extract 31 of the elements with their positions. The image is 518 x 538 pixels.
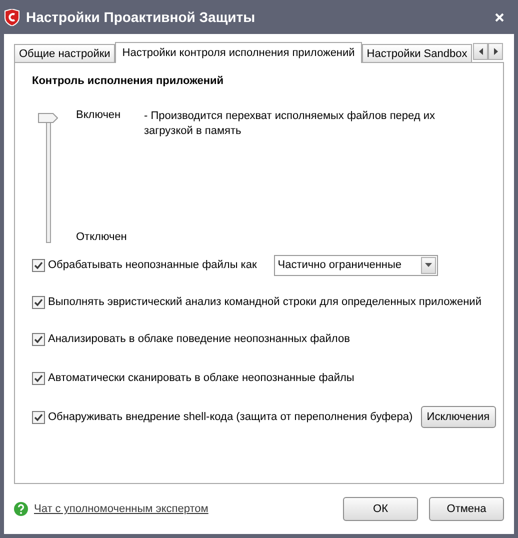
scroll-left-icon[interactable] xyxy=(473,43,488,60)
dropdown[interactable]: Частично ограниченные xyxy=(274,254,438,276)
option-label[interactable]: Обрабатывать неопознанные файлы как xyxy=(48,259,257,271)
tab[interactable]: Настройки контроля исполнения приложений xyxy=(115,42,362,63)
close-icon[interactable] xyxy=(495,12,504,22)
caret-icon xyxy=(424,263,432,267)
ok-button[interactable]: ОК xyxy=(343,497,418,522)
option-label[interactable]: Анализировать в облаке поведение неопознанных файлов xyxy=(48,333,350,345)
section-title: Контроль исполнения приложений xyxy=(32,75,225,87)
checkbox[interactable] xyxy=(32,372,45,384)
exclusions-button[interactable]: Исключения xyxy=(420,406,496,428)
checkbox[interactable] xyxy=(32,296,45,308)
vertical-slider[interactable] xyxy=(38,113,58,243)
tab[interactable]: Настройки Sandbox xyxy=(362,44,472,62)
slider-top-label: Включен xyxy=(76,109,122,121)
shield-logo-icon xyxy=(4,8,20,26)
scroll-right-icon[interactable] xyxy=(488,43,504,60)
expert-chat-link[interactable]: Чат с уполномоченным экспертом xyxy=(34,503,332,516)
checkbox[interactable] xyxy=(32,258,45,272)
checkbox[interactable] xyxy=(32,332,45,346)
help-icon xyxy=(14,502,28,516)
slider-bottom-label: Отключен xyxy=(76,231,128,243)
window-title: Настройки Проактивной Защиты xyxy=(26,9,256,25)
level-description: - Производится перехват исполняемых файлов перед их загрузкой в память xyxy=(144,109,436,139)
checkbox[interactable] xyxy=(32,410,45,424)
tab[interactable]: Общие настройки xyxy=(14,44,116,62)
slider-thumb[interactable] xyxy=(38,113,58,123)
option-label[interactable]: Автоматически сканировать в облаке неопознанные файлы xyxy=(48,372,354,384)
option-label[interactable]: Выполнять эвристический анализ командной строки для определенных приложений xyxy=(48,296,482,308)
cancel-button[interactable]: Отмена xyxy=(429,497,504,522)
option-label[interactable]: Обнаруживать внедрение shell-кода (защита от переполнения буфера) xyxy=(48,411,413,423)
